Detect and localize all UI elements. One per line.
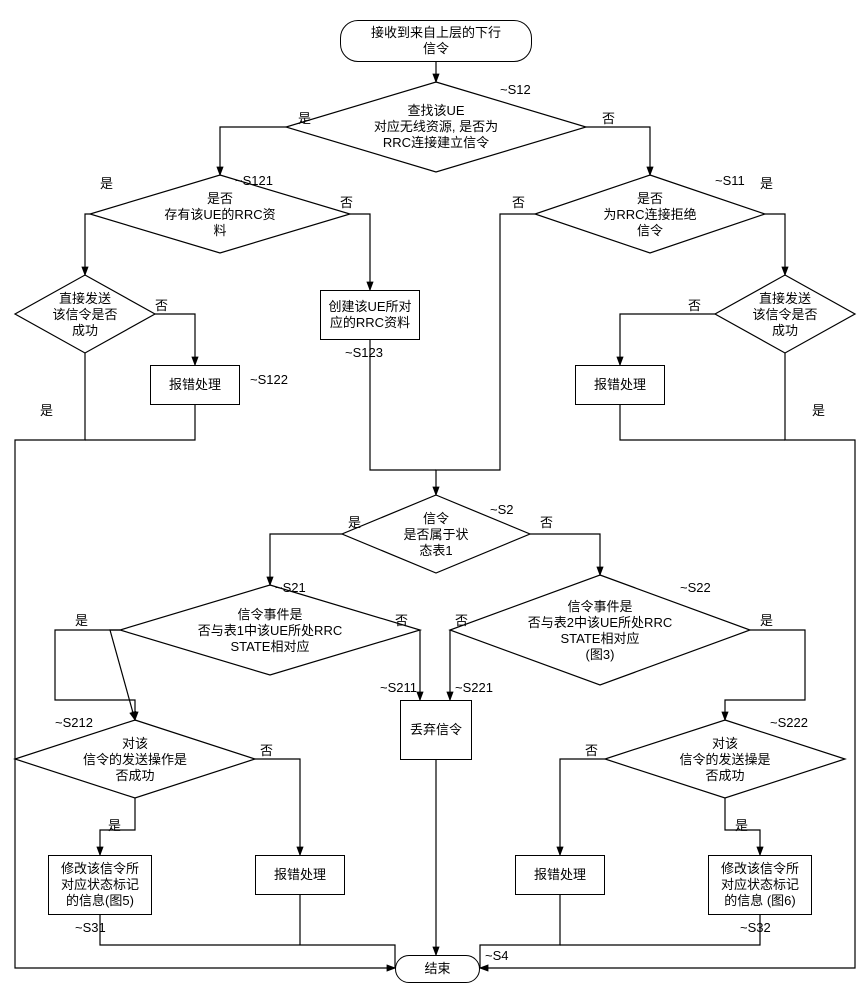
right-err-process: 报错处理 (575, 365, 665, 405)
s122-process: 报错处理 (150, 365, 240, 405)
s12-decision: 查找该UE对应无线资源, 是否为RRC连接建立信令 (336, 97, 536, 157)
s123-process: 创建该UE所对应的RRC资料 (320, 290, 420, 340)
edge-yes: 是 (760, 173, 773, 192)
s212-decision: 对该信令的发送操作是否成功 (45, 735, 225, 785)
edge-yes: 是 (298, 108, 311, 127)
edge-no: 否 (340, 192, 353, 211)
edge-no: 否 (512, 192, 525, 211)
edge-no: 否 (155, 295, 168, 314)
s32-process: 修改该信令所对应状态标记的信息 (图6) (708, 855, 812, 915)
s31-process: 修改该信令所对应状态标记的信息(图5) (48, 855, 152, 915)
s211-label: ~S211 (380, 680, 417, 695)
s212-err-process: 报错处理 (255, 855, 345, 895)
edge-no: 否 (540, 512, 553, 531)
left-send-decision: 直接发送该信令是否成功 (30, 290, 140, 340)
edge-no: 否 (260, 740, 273, 759)
edge-yes: 是 (100, 173, 113, 192)
s11-label: ~S11 (715, 173, 745, 188)
edge-no: 否 (455, 610, 468, 629)
s2-label: ~S2 (490, 502, 514, 517)
end-node: 结束 (395, 955, 480, 983)
s222-decision: 对该信令的发送操是否成功 (635, 735, 815, 785)
s2-decision: 信令是否属于状态表1 (372, 508, 500, 562)
s123-label: ~S123 (345, 345, 383, 360)
s12-label: ~S12 (500, 82, 531, 97)
edge-no: 否 (602, 108, 615, 127)
edge-no: 否 (688, 295, 701, 314)
s121-label: ~S121 (235, 173, 273, 188)
s122-label: ~S122 (250, 372, 288, 387)
edge-yes: 是 (812, 400, 825, 419)
s21-decision: 信令事件是否与表1中该UE所处RRCSTATE相对应 (150, 603, 390, 659)
s121-decision: 是否存有该UE的RRC资料 (130, 190, 310, 240)
edge-no: 否 (585, 740, 598, 759)
s11-decision: 是否为RRC连接拒绝信令 (565, 190, 735, 240)
edge-yes: 是 (108, 815, 121, 834)
discard-process: 丢弃信令 (400, 700, 472, 760)
edge-yes: 是 (735, 815, 748, 834)
edge-yes: 是 (75, 610, 88, 629)
s32-label: ~S32 (740, 920, 771, 935)
s212-label: ~S212 (55, 715, 93, 730)
s31-label: ~S31 (75, 920, 106, 935)
s4-label: ~S4 (485, 948, 509, 963)
edge-yes: 是 (760, 610, 773, 629)
s22-decision: 信令事件是否与表2中该UE所处RRCSTATE相对应(图3) (480, 597, 720, 665)
s22-label: ~S22 (680, 580, 711, 595)
right-send-decision: 直接发送该信令是否成功 (730, 290, 840, 340)
edge-yes: 是 (40, 400, 53, 419)
s222-err-process: 报错处理 (515, 855, 605, 895)
s21-label: ~S21 (275, 580, 306, 595)
start-node: 接收到来自上层的下行信令 (340, 20, 532, 62)
s222-label: ~S222 (770, 715, 808, 730)
edge-no: 否 (395, 610, 408, 629)
s221-label: ~S221 (455, 680, 493, 695)
edge-yes: 是 (348, 512, 361, 531)
